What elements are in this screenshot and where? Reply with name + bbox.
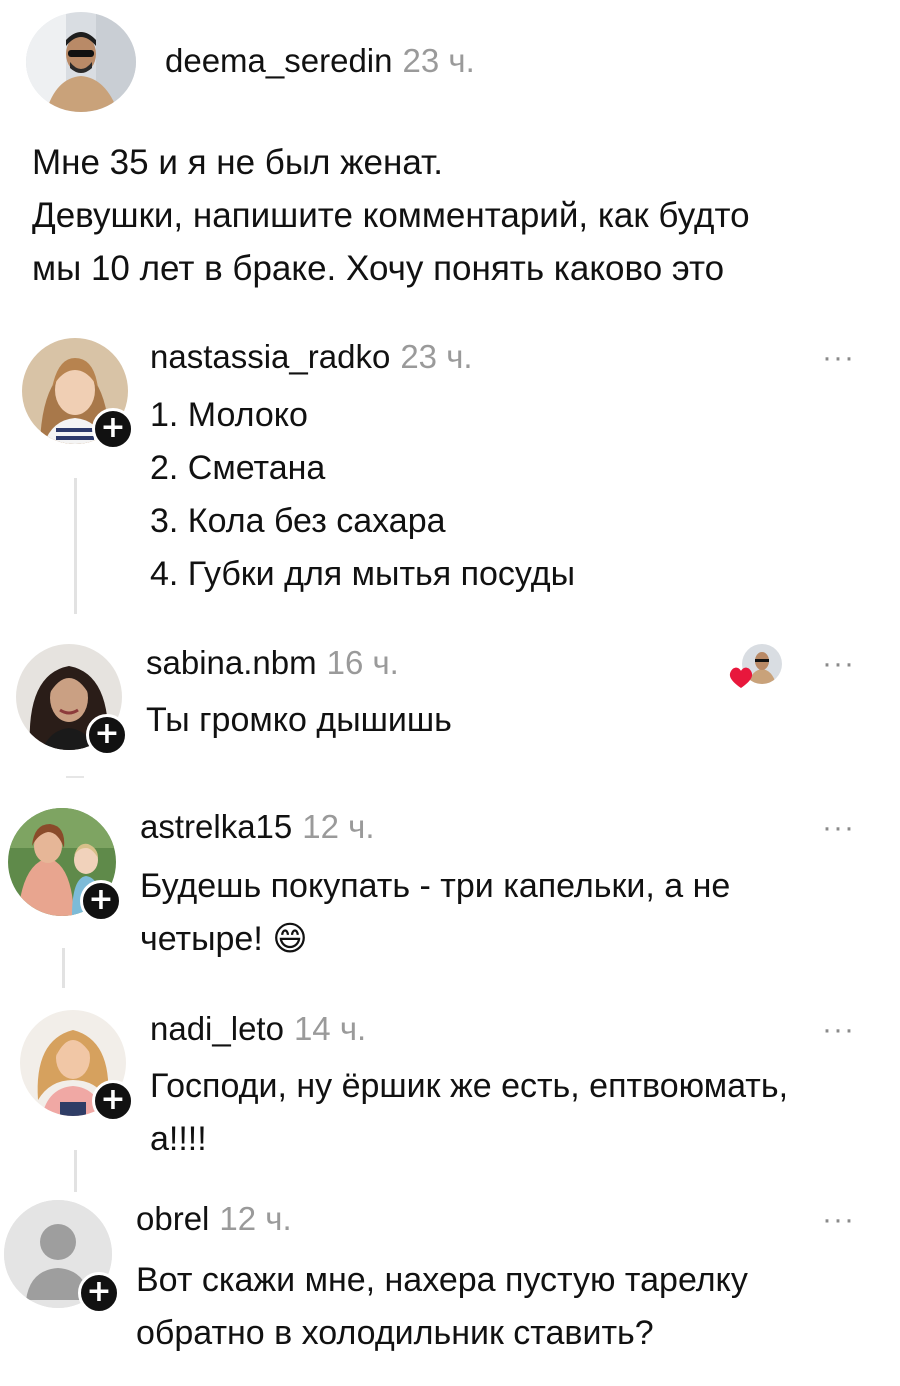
comment-header: nadi_leto 14 ч. <box>150 1010 366 1048</box>
comment-text-line: Будешь покупать - три капельки, а не <box>140 867 731 905</box>
comment-text-line: 1. Молоко <box>150 396 308 434</box>
comment-header: astrelka15 12 ч. <box>140 808 375 846</box>
thread-line <box>74 1150 77 1192</box>
more-options-icon[interactable]: ··· <box>822 343 855 373</box>
comment-username[interactable]: astrelka15 <box>140 808 292 845</box>
comment-time: 12 ч. <box>302 808 375 845</box>
follow-plus-icon[interactable]: + <box>80 880 122 922</box>
comment-time: 16 ч. <box>326 644 399 681</box>
thread-separator <box>66 776 84 778</box>
post-time: 23 ч. <box>402 42 475 79</box>
comment-time: 12 ч. <box>219 1200 292 1237</box>
post-text-line: Мне 35 и я не был женат. <box>32 143 443 182</box>
comment-text-line: Господи, ну ёршик же есть, ептвоюмать, <box>150 1067 789 1105</box>
follow-plus-icon[interactable]: + <box>92 1080 134 1122</box>
more-options-icon[interactable]: ··· <box>822 1015 855 1045</box>
post-text: Мне 35 и я не был женат. Девушки, напиши… <box>32 136 750 295</box>
more-options-icon[interactable]: ··· <box>822 649 855 679</box>
thread-line <box>74 478 77 614</box>
follow-plus-icon[interactable]: + <box>92 408 134 450</box>
thread-line <box>62 948 65 988</box>
comment-text-line: 4. Губки для мытья посуды <box>150 555 576 593</box>
comment-username[interactable]: nastassia_radko <box>150 338 390 375</box>
comment-header: nastassia_radko 23 ч. <box>150 338 473 376</box>
post-header: deema_seredin 23 ч. <box>165 42 475 80</box>
man-portrait-icon <box>26 12 136 112</box>
comment-username[interactable]: obrel <box>136 1200 209 1237</box>
comment-text-line: обратно в холодильник ставить? <box>136 1314 654 1352</box>
comment-text-line: 2. Сметана <box>150 449 326 487</box>
comment-username[interactable]: nadi_leto <box>150 1010 284 1047</box>
comment-text-line: Ты громко дышишь <box>146 701 452 739</box>
comment-text-line: а!!!! <box>150 1120 207 1158</box>
more-options-icon[interactable]: ··· <box>822 813 855 843</box>
comment-time: 14 ч. <box>293 1010 367 1047</box>
post-text-line: Девушки, напишите комментарий, как будто <box>32 196 750 235</box>
comment-text: Ты громко дышишь <box>146 694 452 747</box>
comment-text: Будешь покупать - три капельки, а не чет… <box>140 860 730 966</box>
comment-text-segment: четыре! <box>140 920 263 958</box>
comment-text-line: Вот скажи мне, нахера пустую тарелку <box>136 1261 748 1299</box>
comment-text: 1. Молоко 2. Сметана 3. Кола без сахара … <box>150 389 575 601</box>
comment-text: Вот скажи мне, нахера пустую тарелку обр… <box>136 1254 748 1360</box>
post-text-line: мы 10 лет в браке. Хочу понять каково эт… <box>32 249 725 288</box>
comment-header: sabina.nbm 16 ч. <box>146 644 399 682</box>
post-author-avatar[interactable] <box>26 12 136 112</box>
comment-text: Господи, ну ёршик же есть, ептвоюмать, а… <box>150 1060 788 1166</box>
comment-text-line: четыре! 😄 <box>140 913 730 966</box>
follow-plus-icon[interactable]: + <box>78 1272 120 1314</box>
grinning-emoji-icon: 😄 <box>272 920 308 958</box>
heart-icon <box>729 667 753 688</box>
comment-header: obrel 12 ч. <box>136 1200 292 1238</box>
follow-plus-icon[interactable]: + <box>86 714 128 756</box>
comment-text-line: 3. Кола без сахара <box>150 502 446 540</box>
comment-time: 23 ч. <box>400 338 473 375</box>
more-options-icon[interactable]: ··· <box>822 1205 855 1235</box>
comment-username[interactable]: sabina.nbm <box>146 644 317 681</box>
post-author-username[interactable]: deema_seredin <box>165 42 393 79</box>
